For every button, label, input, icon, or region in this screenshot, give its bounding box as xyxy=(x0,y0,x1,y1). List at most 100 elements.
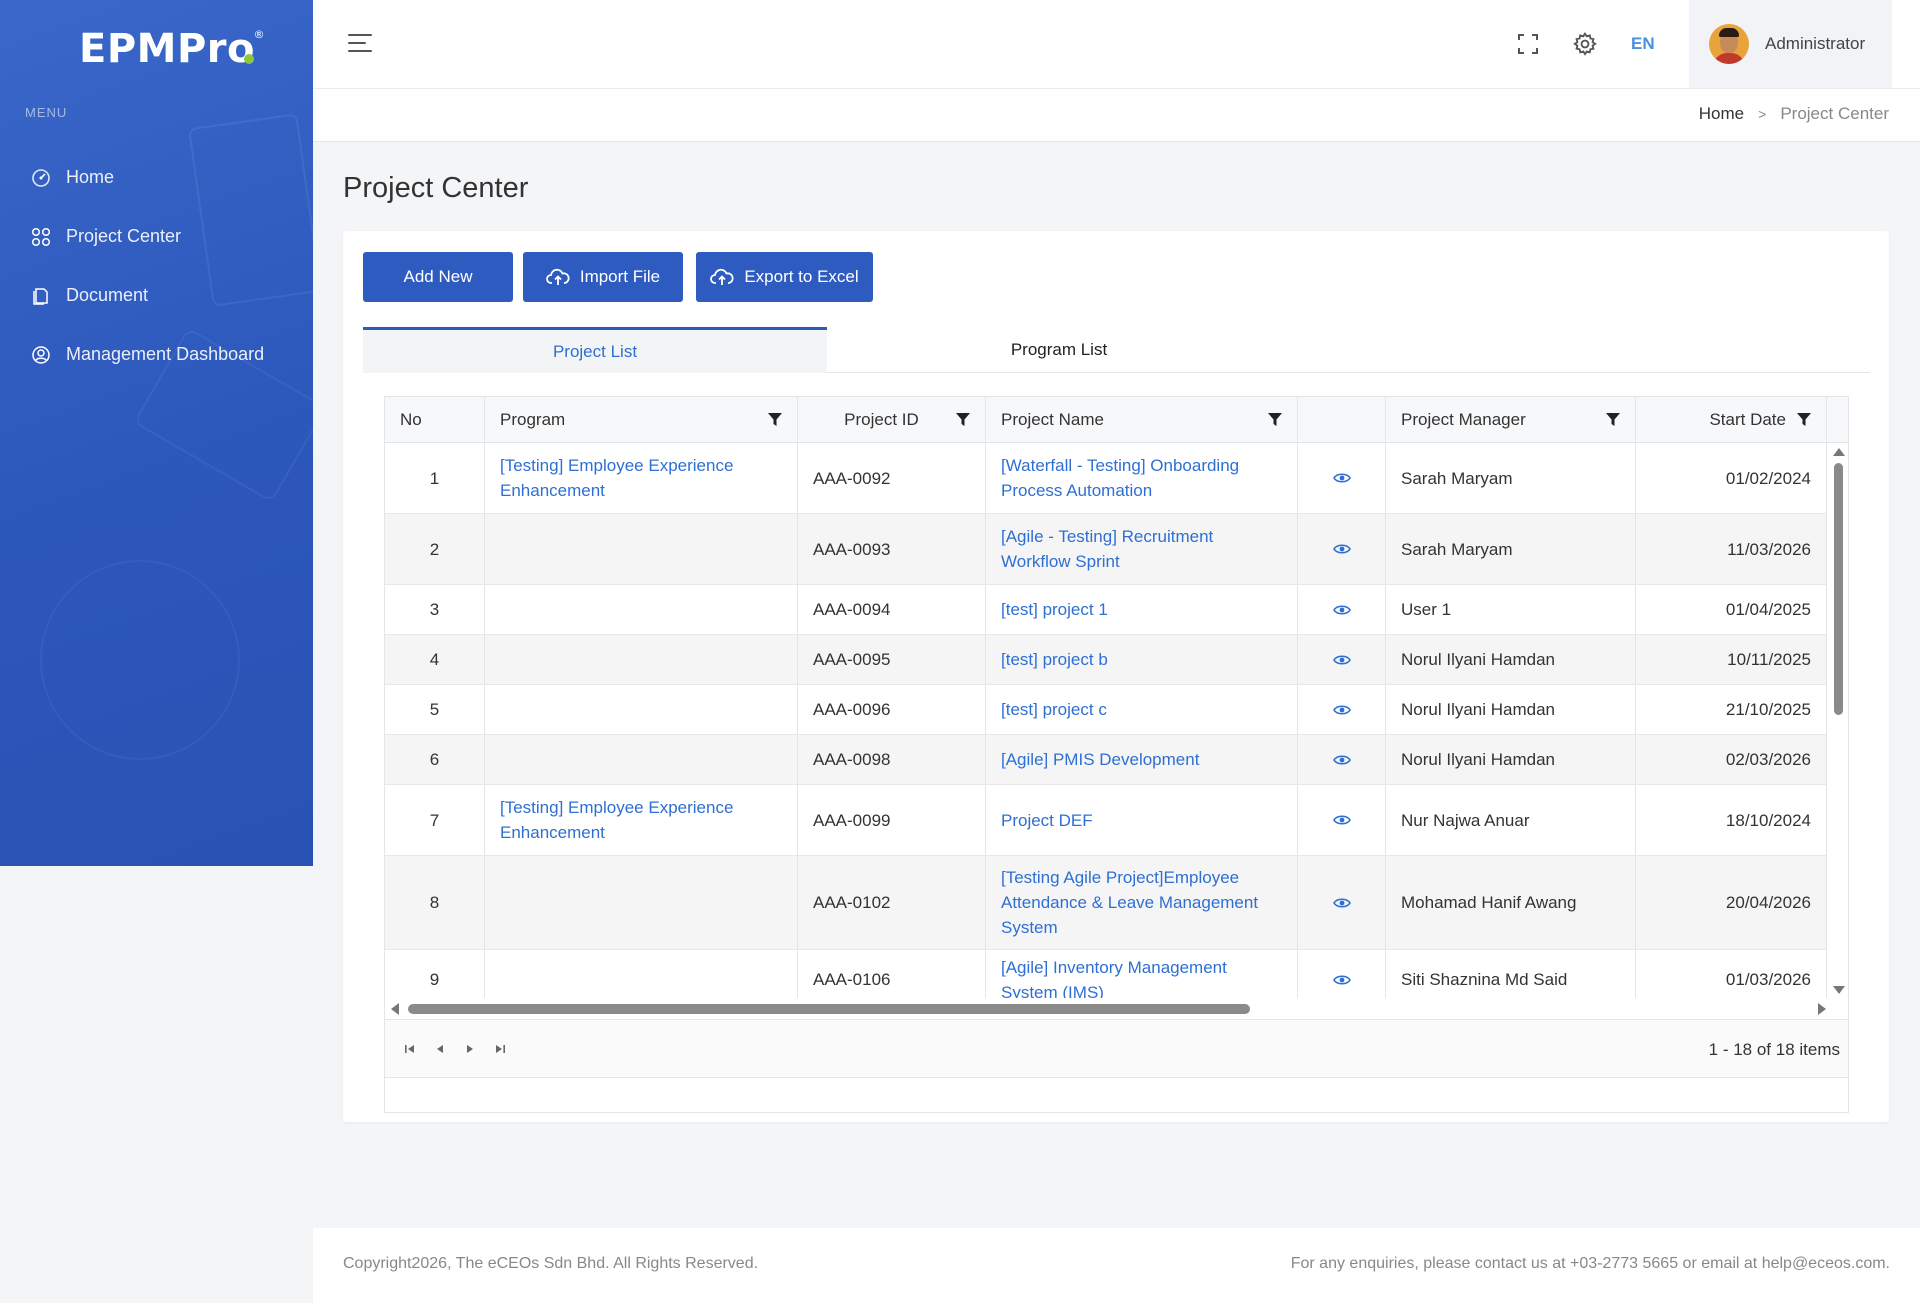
project-name-link[interactable]: [test] project 1 xyxy=(1001,597,1108,622)
project-name-link[interactable]: [Testing Agile Project]Employee Attendan… xyxy=(1001,865,1282,940)
document-icon xyxy=(31,286,51,306)
previous-page-icon[interactable] xyxy=(433,1042,447,1056)
add-new-button[interactable]: Add New xyxy=(363,252,513,302)
cell-view xyxy=(1298,735,1386,784)
brand-logo[interactable]: EPMPro ® xyxy=(79,26,265,72)
cell-view xyxy=(1298,685,1386,734)
sidebar-item-home[interactable]: Home xyxy=(0,148,313,207)
next-page-icon[interactable] xyxy=(463,1042,477,1056)
cell-no: 4 xyxy=(385,635,485,684)
filter-icon[interactable] xyxy=(1605,412,1621,428)
table-row[interactable]: 6 AAA-0098 [Agile] PMIS Development Norul I… xyxy=(385,735,1827,785)
user-menu[interactable]: Administrator xyxy=(1689,0,1892,88)
cell-project-id: AAA-0095 xyxy=(798,635,986,684)
cell-start-date: 10/11/2025 xyxy=(1636,635,1827,684)
sidebar-nav: Home Project Center Document Management … xyxy=(0,148,313,384)
tab-program-list[interactable]: Program List xyxy=(827,327,1291,373)
cell-start-date: 11/03/2026 xyxy=(1636,514,1827,584)
cell-program xyxy=(485,635,798,684)
column-header-no[interactable]: No xyxy=(385,397,485,443)
sidebar-item-document[interactable]: Document xyxy=(0,266,313,325)
breadcrumb-bar: Home > Project Center xyxy=(313,89,1920,142)
eye-icon[interactable] xyxy=(1332,704,1351,716)
horizontal-scrollbar[interactable] xyxy=(385,998,1848,1020)
column-header-project-name[interactable]: Project Name xyxy=(986,397,1298,443)
breadcrumb-current: Project Center xyxy=(1780,104,1889,123)
breadcrumb-home-link[interactable]: Home xyxy=(1699,104,1744,124)
user-circle-icon xyxy=(31,345,51,365)
cell-view xyxy=(1298,514,1386,584)
cell-project-name: Project DEF xyxy=(986,785,1298,855)
add-new-button-label: Add New xyxy=(403,267,473,286)
cell-start-date: 01/04/2025 xyxy=(1636,585,1827,634)
column-header-project-manager[interactable]: Project Manager xyxy=(1386,397,1636,443)
avatar xyxy=(1709,24,1749,64)
cell-project-id: AAA-0094 xyxy=(798,585,986,634)
column-header-start-date[interactable]: Start Date xyxy=(1636,397,1827,443)
program-link[interactable]: [Testing] Employee Experience Enhancemen… xyxy=(500,453,782,503)
project-name-link[interactable]: [Agile] PMIS Development xyxy=(1001,747,1199,772)
eye-icon[interactable] xyxy=(1332,754,1351,766)
eye-icon[interactable] xyxy=(1332,654,1351,666)
cell-project-name: [Agile - Testing] Recruitment Workflow S… xyxy=(986,514,1298,584)
project-name-link[interactable]: [Waterfall - Testing] Onboarding Process… xyxy=(1001,453,1282,503)
table-row[interactable]: 3 AAA-0094 [test] project 1 User 1 01/04/202… xyxy=(385,585,1827,635)
footer-contact: For any enquiries, please contact us at … xyxy=(1290,1255,1890,1272)
cell-project-id: AAA-0099 xyxy=(798,785,986,855)
table-row[interactable]: 2 AAA-0093 [Agile - Testing] Recruitment W… xyxy=(385,514,1827,585)
eye-icon[interactable] xyxy=(1332,974,1351,986)
vertical-scrollbar[interactable] xyxy=(1827,443,1848,998)
content-card: Add New Import File Export to Excel Proj… xyxy=(343,231,1889,1122)
table-row[interactable]: 1 [Testing] Employee Experience Enhanceme… xyxy=(385,443,1827,514)
cell-project-name: [test] project b xyxy=(986,635,1298,684)
cell-project-id: AAA-0098 xyxy=(798,735,986,784)
fullscreen-icon[interactable] xyxy=(1514,30,1542,58)
eye-icon[interactable] xyxy=(1332,543,1351,555)
menu-toggle-icon[interactable] xyxy=(348,34,372,54)
project-name-link[interactable]: [test] project b xyxy=(1001,647,1108,672)
sidebar-item-management-dashboard[interactable]: Management Dashboard xyxy=(0,325,313,384)
project-name-link[interactable]: [Agile] Inventory Management System (IMS… xyxy=(1001,955,1282,999)
cell-project-name: [test] project 1 xyxy=(986,585,1298,634)
cell-view xyxy=(1298,585,1386,634)
column-header-program[interactable]: Program xyxy=(485,397,798,443)
cell-view xyxy=(1298,635,1386,684)
eye-icon[interactable] xyxy=(1332,897,1351,909)
filter-icon[interactable] xyxy=(1796,412,1812,428)
cell-start-date: 01/03/2026 xyxy=(1636,950,1827,998)
project-name-link[interactable]: [test] project c xyxy=(1001,697,1107,722)
first-page-icon[interactable] xyxy=(403,1042,417,1056)
import-file-button[interactable]: Import File xyxy=(523,252,683,302)
cell-view xyxy=(1298,950,1386,998)
table-row[interactable]: 7 [Testing] Employee Experience Enhanceme… xyxy=(385,785,1827,856)
eye-icon[interactable] xyxy=(1332,604,1351,616)
cell-no: 6 xyxy=(385,735,485,784)
eye-icon[interactable] xyxy=(1332,814,1351,826)
cell-start-date: 18/10/2024 xyxy=(1636,785,1827,855)
cell-no: 9 xyxy=(385,950,485,998)
cell-view xyxy=(1298,785,1386,855)
cell-project-manager: Sarah Maryam xyxy=(1386,443,1636,513)
table-row[interactable]: 9 AAA-0106 [Agile] Inventory Management Sy… xyxy=(385,950,1827,998)
gear-icon[interactable] xyxy=(1571,30,1599,58)
footer-copyright: Copyright2026, The eCEOs Sdn Bhd. All Ri… xyxy=(343,1255,759,1272)
last-page-icon[interactable] xyxy=(493,1042,507,1056)
project-name-link[interactable]: [Agile - Testing] Recruitment Workflow S… xyxy=(1001,524,1282,574)
sidebar-item-project-center[interactable]: Project Center xyxy=(0,207,313,266)
cell-project-id: AAA-0102 xyxy=(798,856,986,949)
filter-icon[interactable] xyxy=(767,412,783,428)
filter-icon[interactable] xyxy=(955,412,971,428)
column-header-project-id[interactable]: Project ID xyxy=(798,397,986,443)
project-name-link[interactable]: Project DEF xyxy=(1001,808,1093,833)
cell-project-id: AAA-0096 xyxy=(798,685,986,734)
table-row[interactable]: 8 AAA-0102 [Testing Agile Project]Employee… xyxy=(385,856,1827,950)
table-row[interactable]: 5 AAA-0096 [test] project c Norul Ilyani Ha… xyxy=(385,685,1827,735)
language-switch[interactable]: EN xyxy=(1631,34,1655,54)
program-link[interactable]: [Testing] Employee Experience Enhancemen… xyxy=(500,795,782,845)
table-row[interactable]: 4 AAA-0095 [test] project b Norul Ilyani Ha… xyxy=(385,635,1827,685)
eye-icon[interactable] xyxy=(1332,472,1351,484)
export-to-excel-button[interactable]: Export to Excel xyxy=(696,252,873,302)
tab-project-list[interactable]: Project List xyxy=(363,327,827,373)
filter-icon[interactable] xyxy=(1267,412,1283,428)
sidebar-item-label: Document xyxy=(66,285,149,305)
